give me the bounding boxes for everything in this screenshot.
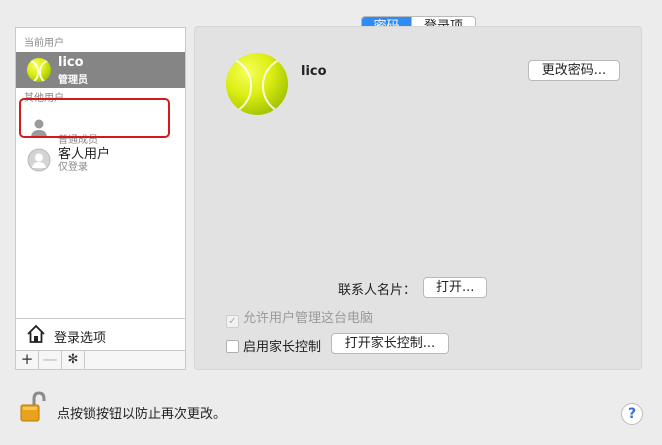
allow-admin-checkbox-row[interactable]: ✓ 允许用户管理这台电脑 [226, 307, 373, 328]
parental-controls-checkbox-row[interactable]: 启用家长控制 [226, 336, 321, 355]
allow-admin-label: 允许用户管理这台电脑 [243, 311, 374, 326]
user-name: lico [58, 55, 84, 70]
open-parental-controls-button[interactable]: 打开家长控制... [331, 333, 449, 354]
user-row-guest[interactable]: 客人用户 仅登录 [16, 142, 185, 178]
contact-card-label: 联系人名片： [338, 283, 417, 298]
user-list-sidebar: 当前用户 lico 管理员 其他用户 普通成员 客人用户 仅登录 登录选项 + … [15, 27, 186, 370]
parental-controls-checkbox[interactable] [226, 340, 239, 353]
change-password-button[interactable]: 更改密码... [528, 60, 620, 81]
allow-admin-checkbox[interactable]: ✓ [226, 315, 239, 328]
login-options-label: 登录选项 [54, 331, 107, 346]
user-role: 管理员 [58, 75, 88, 86]
tennis-ball-avatar [27, 58, 51, 82]
highlight-annotation-box [19, 98, 170, 138]
user-row-current[interactable]: lico 管理员 [16, 52, 185, 88]
sidebar-toolbar: + — ✻ [16, 350, 185, 369]
help-button[interactable]: ? [621, 403, 643, 425]
gear-icon[interactable]: ✻ [62, 351, 85, 369]
unlocked-padlock-icon[interactable] [20, 391, 46, 423]
user-full-name: lico [301, 64, 327, 79]
parental-controls-label: 启用家长控制 [243, 340, 322, 355]
current-users-header: 当前用户 [24, 38, 64, 49]
lock-hint-text: 点按锁按钮以防止再次更改。 [57, 407, 227, 422]
user-role: 仅登录 [58, 162, 88, 173]
tennis-ball-avatar-large[interactable] [226, 53, 288, 115]
add-user-button[interactable]: + [16, 351, 39, 369]
remove-user-button[interactable]: — [39, 351, 62, 369]
open-contact-card-button[interactable]: 打开... [423, 277, 487, 298]
login-options-item[interactable]: 登录选项 [16, 318, 185, 350]
user-details-panel: lico 更改密码... 联系人名片： 打开... ✓ 允许用户管理这台电脑 启用… [194, 26, 642, 370]
house-icon [27, 324, 45, 343]
guest-avatar-icon [27, 148, 51, 172]
